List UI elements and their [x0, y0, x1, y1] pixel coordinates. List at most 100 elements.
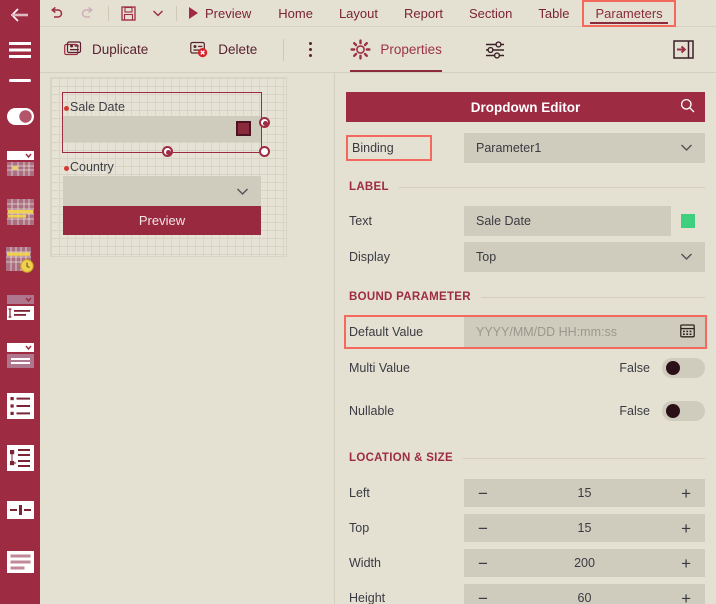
search-button[interactable]: [680, 98, 695, 116]
preview-menu-button[interactable]: Preview: [181, 0, 265, 27]
search-icon: [680, 98, 695, 113]
top-stepper[interactable]: − 15 +: [464, 514, 705, 542]
sidebar-item-bullet-list[interactable]: [0, 380, 40, 432]
width-decrement-button[interactable]: −: [478, 555, 488, 572]
display-value: Top: [476, 250, 497, 264]
height-stepper[interactable]: − 60 +: [464, 584, 705, 604]
height-value: 60: [577, 591, 592, 604]
save-button[interactable]: [113, 0, 144, 27]
section-title-location-size: LOCATION & SIZE: [349, 452, 453, 464]
slider-icon: [6, 501, 34, 519]
text-input[interactable]: Sale Date: [464, 206, 671, 236]
left-stepper[interactable]: − 15 +: [464, 479, 705, 507]
design-canvas-area[interactable]: Sale Date Country Preview: [40, 72, 334, 604]
undo-button[interactable]: [40, 0, 72, 27]
menu-divider-2: [176, 5, 177, 21]
tab-section[interactable]: Section: [456, 0, 525, 27]
resize-handle-bottom[interactable]: [162, 146, 173, 157]
sidebar-item-menu[interactable]: [0, 30, 40, 70]
collapse-panel-icon: [673, 40, 694, 59]
table-clock-icon: [5, 247, 34, 273]
sidebar-item-toggle[interactable]: [0, 92, 40, 140]
delete-icon: [190, 41, 208, 58]
duplicate-button[interactable]: Duplicate: [54, 27, 158, 72]
height-decrement-button[interactable]: −: [478, 590, 488, 604]
settings-button[interactable]: [474, 27, 516, 72]
back-button[interactable]: [0, 0, 40, 30]
chevron-down-icon: [236, 188, 249, 196]
section-header-location-size: LOCATION & SIZE: [349, 450, 705, 466]
section-header-label: LABEL: [349, 179, 705, 195]
properties-button[interactable]: Properties: [340, 27, 452, 72]
left-decrement-button[interactable]: −: [478, 485, 488, 502]
section-rule: [480, 296, 705, 298]
sidebar-item-table-clock[interactable]: [0, 236, 40, 284]
height-increment-button[interactable]: +: [681, 590, 691, 604]
default-value-row: Default Value YYYY/MM/DD HH:mm:ss: [344, 315, 707, 349]
more-options-button[interactable]: [299, 27, 322, 72]
save-dropdown-button[interactable]: [144, 0, 172, 27]
design-grid[interactable]: Sale Date Country Preview: [50, 77, 287, 257]
sidebar-item-tree-list[interactable]: [0, 432, 40, 484]
sidebar-item-text-block[interactable]: [0, 536, 40, 588]
width-label: Width: [349, 556, 381, 570]
menu-bar: Preview Home Layout Report Section Table…: [40, 0, 716, 27]
properties-panel: Dropdown Editor Binding Parameter1 LABEL…: [334, 72, 716, 604]
chevron-down-icon: [680, 141, 693, 155]
section-header-bound-parameter: BOUND PARAMETER: [349, 289, 705, 305]
top-increment-button[interactable]: +: [681, 520, 691, 537]
ribbon-divider: [283, 38, 285, 61]
top-value: 15: [577, 521, 592, 535]
binding-select[interactable]: Parameter1: [464, 133, 705, 163]
resize-handle-corner[interactable]: [259, 146, 270, 157]
sidebar-item-slider[interactable]: [0, 484, 40, 536]
canvas-input-country[interactable]: [63, 176, 261, 206]
sidebar-item-dropdown-textfield[interactable]: [0, 284, 40, 332]
canvas-preview-button[interactable]: Preview: [63, 206, 261, 235]
application-window: Preview Home Layout Report Section Table…: [0, 0, 716, 604]
sidebar-item-dropdown-list[interactable]: [0, 332, 40, 380]
required-indicator-country: [64, 166, 69, 171]
canvas-input-sale-date[interactable]: [63, 116, 261, 142]
left-label: Left: [349, 486, 370, 500]
default-value-label: Default Value: [349, 325, 424, 339]
divider-icon: [9, 79, 31, 82]
left-row: Left − 15 +: [346, 478, 705, 508]
binding-value: Parameter1: [476, 141, 542, 155]
nullable-toggle[interactable]: [662, 401, 705, 421]
undo-icon: [51, 6, 63, 18]
redo-button[interactable]: [72, 0, 104, 27]
delete-button[interactable]: Delete: [180, 27, 267, 72]
delete-label: Delete: [218, 42, 258, 57]
hamburger-menu-icon: [9, 42, 31, 58]
section-rule: [398, 186, 705, 188]
left-increment-button[interactable]: +: [681, 485, 691, 502]
table-grid-icon: [6, 199, 34, 225]
tab-parameters[interactable]: Parameters: [582, 0, 676, 27]
chevron-down-icon: [680, 250, 693, 264]
tab-report[interactable]: Report: [391, 0, 456, 27]
left-toolbox-rail: [0, 0, 40, 604]
collapse-panel-button[interactable]: [663, 27, 704, 72]
width-stepper[interactable]: − 200 +: [464, 549, 705, 577]
calendar-button-icon[interactable]: [236, 121, 251, 136]
width-value: 200: [574, 556, 595, 570]
sidebar-item-table-grid[interactable]: [0, 188, 40, 236]
calendar-icon[interactable]: [680, 323, 695, 341]
text-color-swatch[interactable]: [681, 214, 695, 228]
display-select[interactable]: Top: [464, 242, 705, 272]
tab-home[interactable]: Home: [265, 0, 326, 27]
tab-table[interactable]: Table: [525, 0, 582, 27]
canvas-label-sale-date: Sale Date: [70, 100, 125, 114]
top-decrement-button[interactable]: −: [478, 520, 488, 537]
width-increment-button[interactable]: +: [681, 555, 691, 572]
binding-label: Binding: [346, 135, 432, 161]
tab-layout[interactable]: Layout: [326, 0, 391, 27]
sidebar-item-dropdown-table[interactable]: [0, 140, 40, 188]
display-row: Display Top: [346, 242, 705, 272]
properties-label: Properties: [380, 42, 442, 57]
save-icon: [121, 5, 136, 21]
resize-handle-right[interactable]: [259, 117, 270, 128]
default-value-input[interactable]: YYYY/MM/DD HH:mm:ss: [464, 317, 705, 347]
multi-value-toggle[interactable]: [662, 358, 705, 378]
